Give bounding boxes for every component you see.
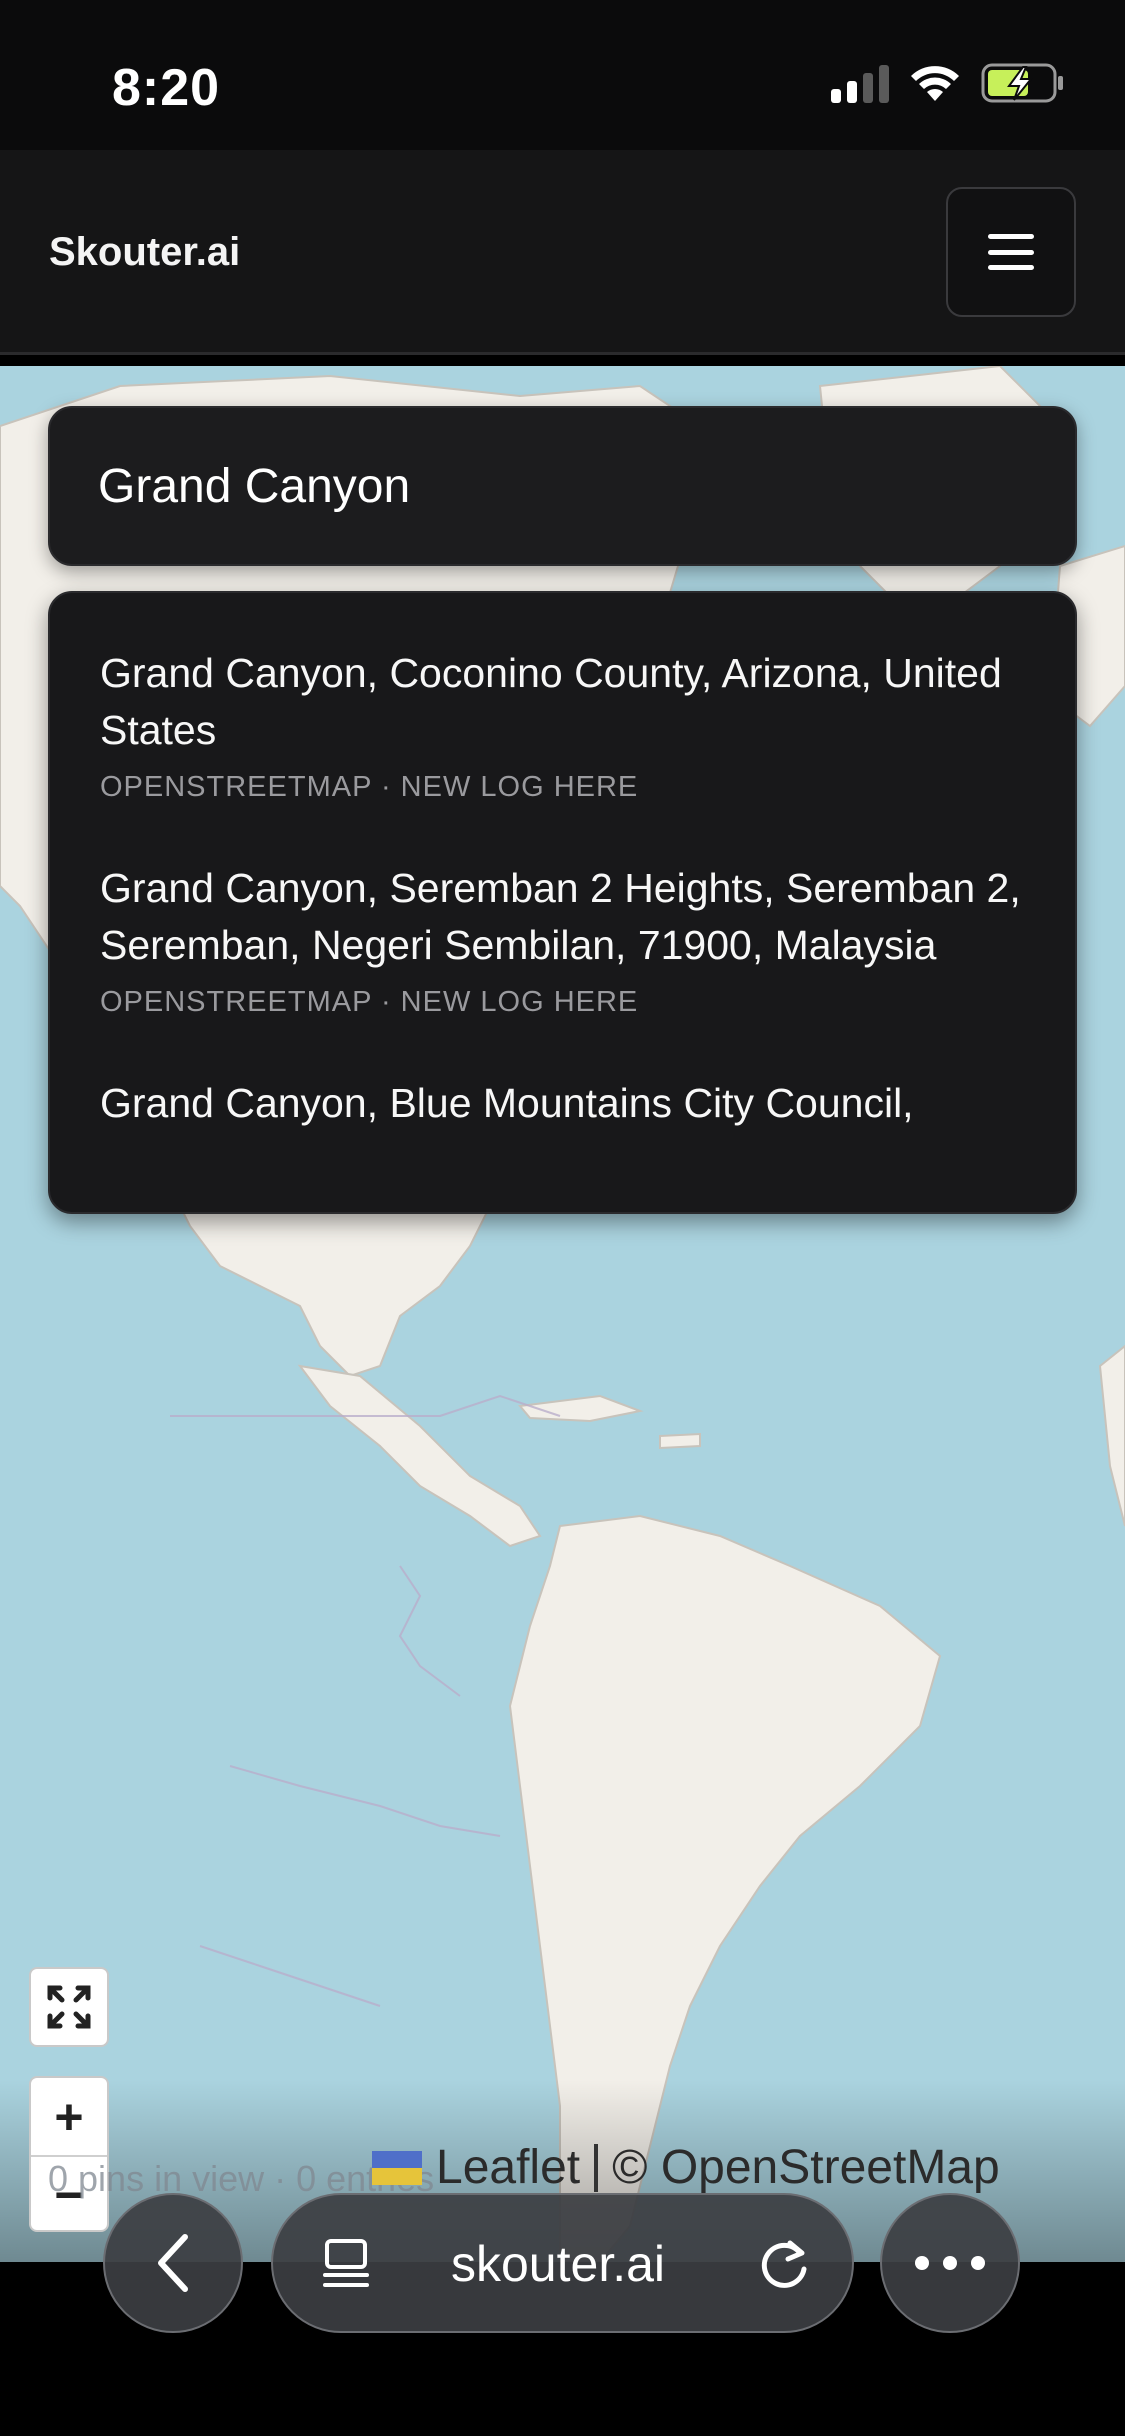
more-icon <box>915 2256 985 2270</box>
search-result-item[interactable]: Grand Canyon, Blue Mountains City Counci… <box>50 1019 1075 1132</box>
url-text: skouter.ai <box>451 2236 666 2292</box>
back-button[interactable] <box>103 2193 243 2333</box>
fullscreen-button[interactable] <box>29 1967 109 2047</box>
zoom-control: + − <box>29 2076 109 2232</box>
more-options-button[interactable] <box>880 2193 1020 2333</box>
search-input[interactable] <box>98 408 1038 564</box>
search-result-title: Grand Canyon, Coconino County, Arizona, … <box>100 650 1002 753</box>
map-attribution: Leaflet © OpenStreetMap <box>372 2140 1000 2195</box>
fullscreen-icon <box>47 1985 91 2029</box>
hamburger-icon <box>988 234 1034 270</box>
search-result-item[interactable]: Grand Canyon, Coconino County, Arizona, … <box>50 593 1075 804</box>
status-icons <box>831 62 1065 104</box>
wifi-icon <box>911 66 959 101</box>
openstreetmap-link[interactable]: © OpenStreetMap <box>612 2140 1000 2195</box>
menu-button[interactable] <box>946 187 1076 317</box>
leaflet-link[interactable]: Leaflet <box>436 2140 580 2195</box>
search-box[interactable] <box>48 406 1077 566</box>
search-results-dropdown: Grand Canyon, Coconino County, Arizona, … <box>48 591 1077 1214</box>
url-bar[interactable]: skouter.ai <box>271 2193 854 2333</box>
attribution-separator <box>594 2143 599 2192</box>
battery-charging-icon <box>981 63 1063 103</box>
search-result-meta: OPENSTREETMAP · NEW LOG HERE <box>100 771 639 803</box>
search-result-title: Grand Canyon, Seremban 2 Heights, Seremb… <box>100 865 1021 968</box>
chevron-left-icon <box>158 2234 188 2292</box>
tab-overview-icon <box>323 2239 369 2287</box>
brand-logo[interactable]: Skouter.ai <box>49 230 240 275</box>
cellular-signal-icon <box>831 63 889 103</box>
status-time: 8:20 <box>112 59 221 117</box>
search-result-meta: OPENSTREETMAP · NEW LOG HERE <box>100 986 639 1018</box>
search-result-title: Grand Canyon, Blue Mountains City Counci… <box>100 1080 914 1126</box>
status-bar: 8:20 <box>0 0 1125 150</box>
app-header: Skouter.ai <box>0 150 1125 355</box>
search-result-item[interactable]: Grand Canyon, Seremban 2 Heights, Seremb… <box>50 804 1075 1019</box>
ukraine-flag-icon <box>372 2150 422 2185</box>
zoom-in-button[interactable]: + <box>31 2078 107 2155</box>
reload-icon[interactable] <box>756 2235 812 2295</box>
